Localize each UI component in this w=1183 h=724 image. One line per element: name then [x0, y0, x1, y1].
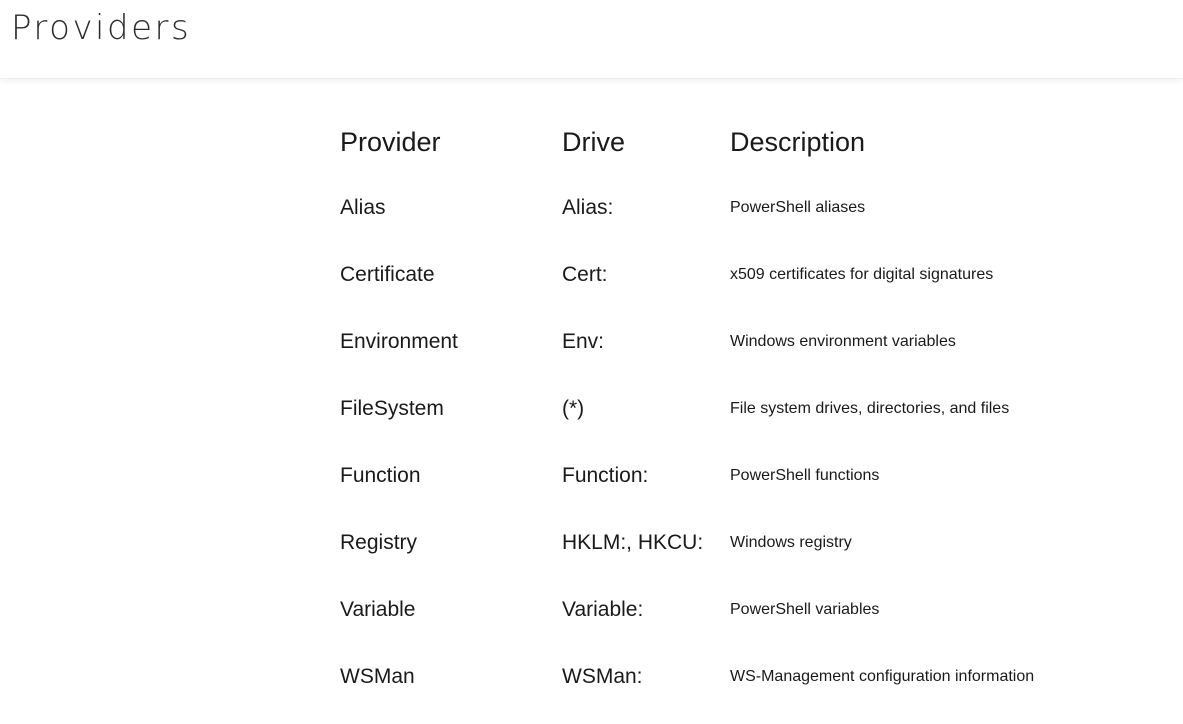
provider-cell: Variable	[340, 597, 416, 621]
drive-cell: HKLM:, HKCU:	[562, 530, 704, 554]
description-cell: PowerShell variables	[730, 600, 880, 618]
title-bar: Providers	[0, 0, 1183, 79]
drive-cell: Env:	[562, 329, 605, 353]
table-row: Certificate Cert: x509 certificates for …	[340, 241, 1034, 308]
table-row: FileSystem (*) File system drives, direc…	[340, 375, 1034, 442]
drive-cell: Cert:	[562, 262, 608, 286]
provider-cell: Registry	[340, 530, 418, 554]
table-row: WSMan WSMan: WS-Management configuration…	[340, 643, 1034, 710]
table-row: Alias Alias: PowerShell aliases	[340, 174, 1034, 241]
providers-table: Provider Drive Description Alias Alias: …	[340, 116, 1034, 710]
drive-cell: Function:	[562, 463, 649, 487]
header-provider: Provider	[340, 126, 441, 157]
drive-cell: Variable:	[562, 597, 644, 621]
header-drive: Drive	[562, 126, 626, 157]
table-row: Registry HKLM:, HKCU: Windows registry	[340, 509, 1034, 576]
provider-cell: WSMan	[340, 664, 415, 688]
provider-cell: Alias	[340, 195, 386, 219]
drive-cell: WSMan:	[562, 664, 643, 688]
description-cell: WS-Management configuration information	[730, 667, 1035, 685]
table-row: Function Function: PowerShell functions	[340, 442, 1034, 509]
provider-cell: Function	[340, 463, 421, 487]
description-cell: PowerShell functions	[730, 466, 880, 484]
table-row: Variable Variable: PowerShell variables	[340, 576, 1034, 643]
description-cell: Windows environment variables	[730, 332, 956, 350]
page-title: Providers	[11, 8, 192, 48]
provider-cell: Environment	[340, 329, 458, 353]
provider-cell: FileSystem	[340, 396, 444, 420]
table-row: Environment Env: Windows environment var…	[340, 308, 1034, 375]
description-cell: PowerShell aliases	[730, 198, 866, 216]
drive-cell: Alias:	[562, 195, 614, 219]
header-description: Description	[730, 126, 866, 157]
description-cell: Windows registry	[730, 533, 852, 551]
slide-page: Providers Provider Drive Description Ali…	[0, 0, 1183, 724]
description-cell: x509 certificates for digital signatures	[730, 265, 994, 283]
table-header-row: Provider Drive Description	[340, 116, 1034, 174]
slide-content: Provider Drive Description Alias Alias: …	[328, 96, 1084, 724]
provider-cell: Certificate	[340, 262, 435, 286]
drive-cell: (*)	[562, 396, 585, 420]
description-cell: File system drives, directories, and fil…	[730, 399, 1010, 417]
